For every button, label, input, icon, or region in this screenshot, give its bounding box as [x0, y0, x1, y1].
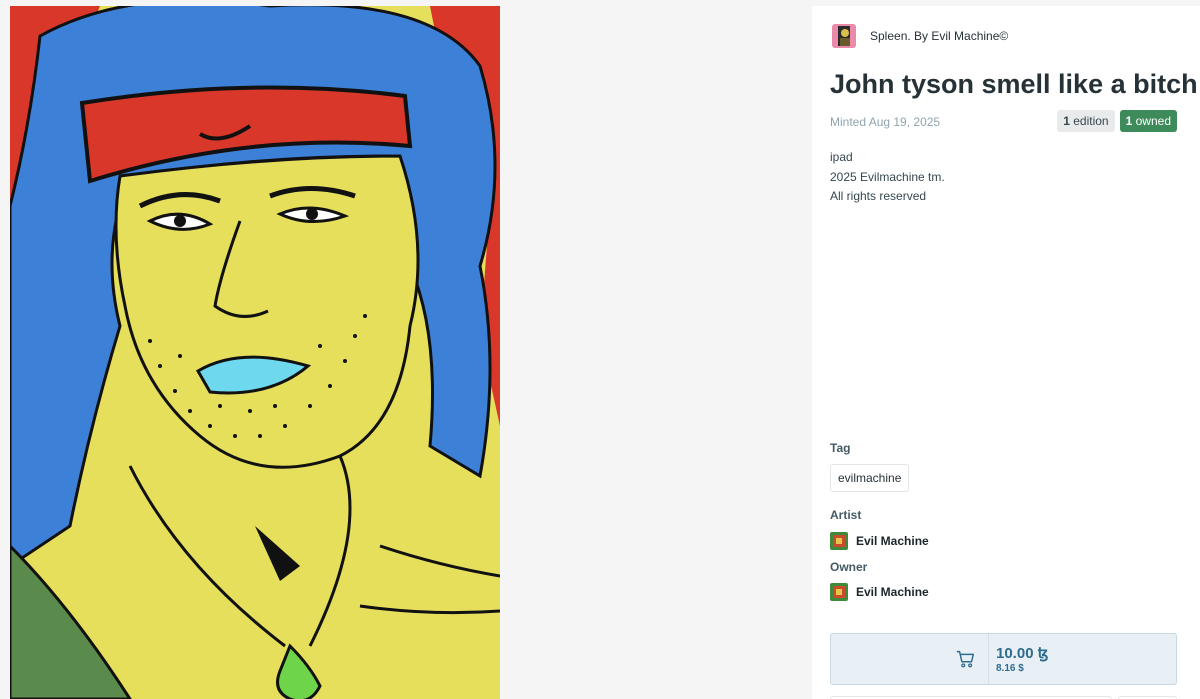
collection-avatar [832, 24, 856, 48]
artwork-image[interactable] [10, 6, 500, 699]
artwork-drawing [10, 6, 500, 699]
minted-date: Minted Aug 19, 2025 [830, 115, 941, 129]
collection-link[interactable]: Spleen. By Evil Machine© [832, 24, 1008, 48]
collection-name: Spleen. By Evil Machine© [870, 29, 1009, 43]
token-details-panel: Spleen. By Evil Machine© John tyson smel… [812, 6, 1200, 699]
description-line: ipad [830, 150, 853, 164]
owner-avatar [830, 583, 848, 601]
editions-badge: 1 edition [1057, 110, 1115, 132]
description-line: All rights reserved [830, 189, 927, 203]
editions-label: edition [1069, 114, 1109, 128]
artist-heading: Artist [830, 508, 862, 522]
tag-heading: Tag [830, 441, 851, 455]
price-tez: 10.00 ꜩ [996, 645, 1049, 662]
artist-avatar [830, 532, 848, 550]
edition-badges: 1 edition 1 owned [1057, 110, 1177, 132]
artist-name: Evil Machine [856, 534, 929, 548]
editions-count: 1 [1063, 114, 1070, 128]
tag-chip[interactable]: evilmachine [830, 464, 910, 492]
cart-icon [956, 650, 975, 668]
buy-divider [988, 634, 989, 684]
owned-badge: 1 owned [1119, 110, 1177, 132]
owner-name: Evil Machine [856, 585, 929, 599]
owner-heading: Owner [830, 560, 868, 574]
artist-link[interactable]: Evil Machine [830, 532, 929, 550]
owner-link[interactable]: Evil Machine [830, 583, 929, 601]
price-usd: 8.16 $ [996, 663, 1024, 674]
description-line: 2025 Evilmachine tm. [830, 169, 945, 184]
owned-label: owned [1132, 114, 1171, 128]
token-title: John tyson smell like a bitch [830, 69, 1198, 99]
buy-button[interactable]: 10.00 ꜩ 8.16 $ [830, 633, 1177, 685]
token-description: ipad 2025 Evilmachine tm. All rights res… [830, 148, 945, 207]
